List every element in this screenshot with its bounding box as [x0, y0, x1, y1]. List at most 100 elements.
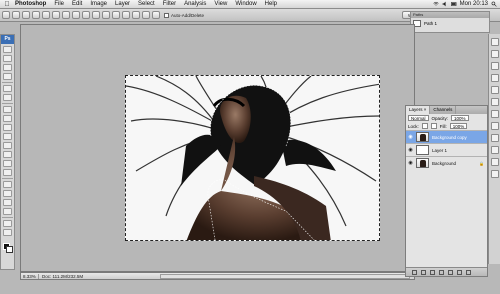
path-name: Path 1 [424, 21, 438, 26]
clone-stamp-tool-icon[interactable] [3, 124, 12, 131]
menu-select[interactable]: Select [134, 0, 159, 9]
auto-add-delete-label: Auto-Add/Delete [171, 12, 205, 18]
apple-menu-icon[interactable]:  [3, 1, 11, 8]
marquee-tool-icon[interactable] [3, 55, 12, 62]
lock-icon: 🔒 [479, 160, 484, 166]
blend-mode-select[interactable]: Normal [408, 115, 429, 121]
lasso-tool-icon[interactable] [3, 64, 12, 71]
lock-transparency-icon[interactable] [421, 123, 428, 129]
zoom-tool-icon[interactable] [3, 229, 12, 236]
path-intersect-icon[interactable] [142, 11, 150, 19]
actions-panel-icon[interactable] [490, 146, 499, 154]
horizontal-scrollbar[interactable] [160, 273, 410, 279]
styles-panel-icon[interactable] [490, 98, 499, 106]
shape-tool-icon[interactable] [3, 208, 12, 215]
opacity-input[interactable]: 100% [451, 115, 469, 121]
line-icon[interactable] [102, 11, 110, 19]
auto-add-delete-checkbox[interactable] [164, 12, 169, 18]
spotlight-icon[interactable] [491, 1, 497, 7]
layer-style-icon[interactable] [421, 269, 426, 275]
menu-window[interactable]: Window [231, 0, 260, 9]
history-brush-tool-icon[interactable] [3, 133, 12, 140]
tab-channels[interactable]: Channels [430, 106, 457, 114]
blur-tool-icon[interactable] [3, 160, 12, 167]
history-panel-icon[interactable] [490, 134, 499, 142]
fill-input[interactable]: 100% [449, 123, 468, 129]
dodge-tool-icon[interactable] [3, 169, 12, 176]
layer-row-background[interactable]: ◉ Background 🔒 [406, 156, 487, 169]
menu-edit[interactable]: Edit [68, 0, 86, 9]
rounded-rectangle-icon[interactable] [72, 11, 80, 19]
quick-select-tool-icon[interactable] [3, 73, 12, 80]
eraser-tool-icon[interactable] [3, 142, 12, 149]
layers-panel-footer [406, 267, 487, 276]
background-color-swatch[interactable] [6, 246, 13, 253]
clock[interactable]: Mon 20:13 [460, 1, 488, 7]
adjustments-panel-icon[interactable] [490, 110, 499, 118]
path-add-icon[interactable] [122, 11, 130, 19]
menu-view[interactable]: View [210, 0, 231, 9]
canvas[interactable] [125, 75, 380, 241]
swatches-panel-icon[interactable] [490, 86, 499, 94]
color-panel-icon[interactable] [490, 74, 499, 82]
menu-analysis[interactable]: Analysis [180, 0, 210, 9]
menu-image[interactable]: Image [86, 0, 111, 9]
menu-filter[interactable]: Filter [159, 0, 180, 9]
healing-brush-tool-icon[interactable] [3, 106, 12, 113]
navigator-panel-icon[interactable] [490, 38, 499, 46]
histogram-panel-icon[interactable] [490, 50, 499, 58]
battery-icon[interactable] [450, 1, 457, 7]
custom-shape-icon[interactable] [112, 11, 120, 19]
info-panel-icon[interactable] [490, 62, 499, 70]
masks-panel-icon[interactable] [490, 122, 499, 130]
crop-tool-icon[interactable] [3, 85, 12, 92]
volume-icon[interactable] [442, 1, 448, 7]
menu-layer[interactable]: Layer [111, 0, 134, 9]
path-item[interactable]: Path 1 [411, 18, 489, 29]
shape-layers-icon[interactable] [12, 11, 20, 19]
gradient-tool-icon[interactable] [3, 151, 12, 158]
new-layer-icon[interactable] [457, 269, 462, 275]
menu-file[interactable]: File [50, 0, 68, 9]
freeform-pen-icon[interactable] [52, 11, 60, 19]
menu-photoshop[interactable]: Photoshop [11, 0, 50, 9]
menu-help[interactable]: Help [261, 0, 281, 9]
pen-tool-icon[interactable] [3, 181, 12, 188]
layer-thumbnail [416, 132, 429, 142]
link-layers-icon[interactable] [412, 269, 417, 275]
path-subtract-icon[interactable] [132, 11, 140, 19]
delete-layer-icon[interactable] [466, 269, 471, 275]
paths-mode-icon[interactable] [22, 11, 30, 19]
path-selection-tool-icon[interactable] [3, 199, 12, 206]
type-tool-icon[interactable] [3, 190, 12, 197]
eyedropper-tool-icon[interactable] [3, 94, 12, 101]
visibility-eye-icon[interactable]: ◉ [406, 160, 415, 166]
visibility-eye-icon[interactable]: ◉ [406, 134, 415, 140]
brushes-panel-icon[interactable] [490, 158, 499, 166]
path-exclude-icon[interactable] [152, 11, 160, 19]
move-tool-icon[interactable] [3, 46, 12, 53]
tab-layers[interactable]: Layers × [406, 106, 431, 114]
visibility-eye-icon[interactable]: ◉ [406, 147, 415, 153]
layer-row-layer-1[interactable]: ◉ Layer 1 [406, 143, 487, 156]
adjustment-layer-icon[interactable] [439, 269, 444, 275]
lock-position-icon[interactable] [430, 123, 437, 129]
right-panel-dock [488, 34, 500, 264]
wifi-icon[interactable] [433, 1, 439, 7]
pen-icon[interactable] [42, 11, 50, 19]
layer-row-background-copy[interactable]: ◉ Background copy [406, 130, 487, 143]
ps-logo: Ps [1, 35, 14, 44]
new-group-icon[interactable] [448, 269, 453, 275]
tools-divider [2, 82, 13, 83]
ellipse-icon[interactable] [82, 11, 90, 19]
hand-tool-icon[interactable] [3, 220, 12, 227]
fill-pixels-icon[interactable] [32, 11, 40, 19]
zoom-level[interactable]: 8.33% [21, 273, 39, 279]
add-mask-icon[interactable] [430, 269, 435, 275]
clone-source-panel-icon[interactable] [490, 170, 499, 178]
doc-info[interactable]: Doc: 111.2M/232.5M [39, 274, 83, 279]
polygon-icon[interactable] [92, 11, 100, 19]
rectangle-icon[interactable] [62, 11, 70, 19]
pen-tool-preset-icon[interactable] [2, 11, 10, 19]
brush-tool-icon[interactable] [3, 115, 12, 122]
